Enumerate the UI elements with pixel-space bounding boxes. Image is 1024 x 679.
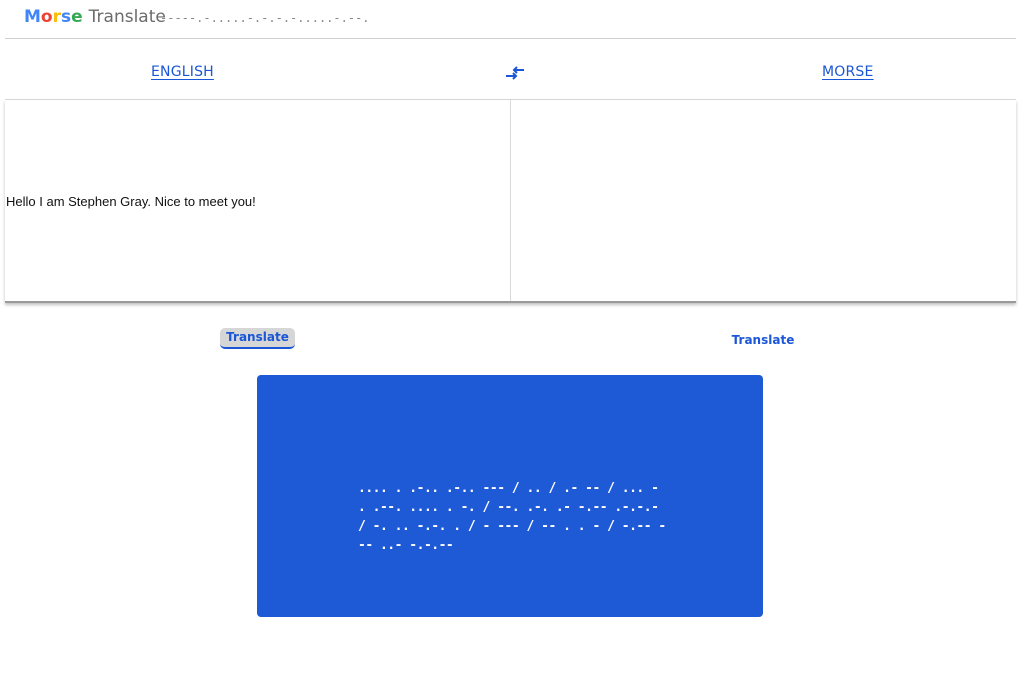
translate-button-left[interactable]: Translate bbox=[220, 328, 295, 349]
app-header: Morse Translate -----.-.....-.-.-.-.....-… bbox=[5, 0, 1016, 39]
output-text-area[interactable] bbox=[511, 100, 1016, 301]
logo-letter-r: r bbox=[52, 7, 61, 27]
target-language-tab[interactable]: MORSE bbox=[822, 64, 874, 80]
logo-letter-o: o bbox=[40, 7, 53, 27]
logo-subtitle: Translate bbox=[88, 7, 166, 27]
input-text-area[interactable]: Hello I am Stephen Gray. Nice to meet yo… bbox=[5, 100, 511, 301]
source-language-tab[interactable]: ENGLISH bbox=[151, 64, 214, 80]
logo-letter-s: s bbox=[61, 7, 72, 27]
logo-morse-text: -----.-.....-.-.-.-.....-.--. bbox=[160, 11, 370, 25]
morse-output-card: .... . .-.. .-.. --- / .. / .- -- / ... … bbox=[257, 375, 763, 617]
morse-output-text: .... . .-.. .-.. --- / .. / .- -- / ... … bbox=[358, 481, 666, 553]
input-text: Hello I am Stephen Gray. Nice to meet yo… bbox=[6, 194, 256, 209]
translation-panels: Hello I am Stephen Gray. Nice to meet yo… bbox=[5, 100, 1016, 303]
logo-letter-e: e bbox=[71, 7, 83, 27]
language-bar: ENGLISH MORSE bbox=[5, 39, 1016, 100]
swap-arrows-icon[interactable] bbox=[505, 65, 527, 83]
app-logo[interactable]: Morse Translate bbox=[24, 7, 166, 27]
translate-button-right[interactable]: Translate bbox=[725, 331, 801, 349]
logo-letter-m: M bbox=[24, 7, 41, 27]
